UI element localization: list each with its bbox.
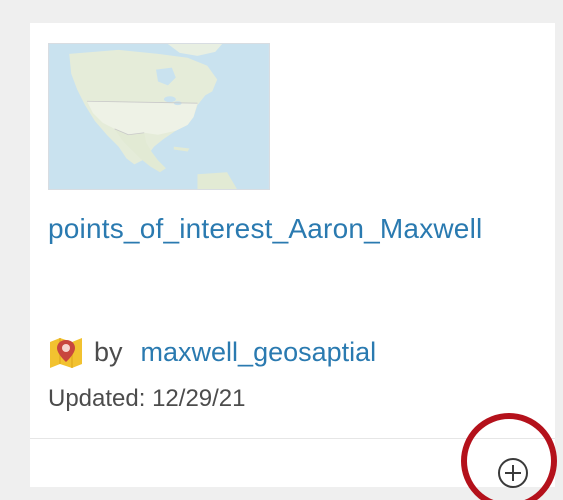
add-button[interactable] <box>496 456 530 490</box>
map-thumbnail-image <box>49 44 269 189</box>
item-title-link[interactable]: points_of_interest_Aaron_Maxwell <box>48 203 518 255</box>
map-layer-icon <box>48 334 84 370</box>
by-label: by <box>94 336 123 367</box>
owner-row: by maxwell_geosaptial <box>48 329 376 375</box>
map-thumbnail[interactable] <box>48 43 270 190</box>
card-divider <box>30 438 555 439</box>
page: points_of_interest_Aaron_Maxwell by maxw… <box>0 0 563 500</box>
plus-circle-icon <box>498 458 528 488</box>
updated-date: Updated: 12/29/21 <box>48 385 246 412</box>
owner-link[interactable]: maxwell_geosaptial <box>141 337 377 368</box>
item-card: points_of_interest_Aaron_Maxwell by maxw… <box>30 23 555 490</box>
